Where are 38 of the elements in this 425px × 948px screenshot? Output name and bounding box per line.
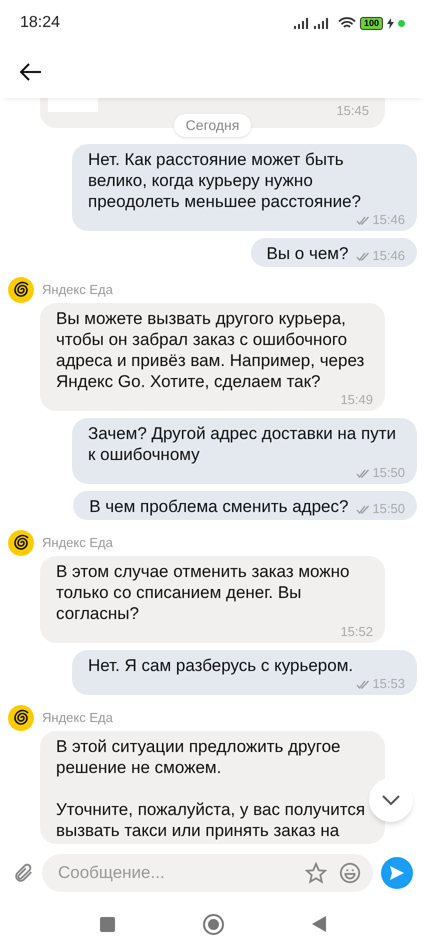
- send-button[interactable]: [381, 857, 413, 889]
- star-icon[interactable]: [305, 862, 327, 884]
- spiral-logo-icon: [8, 705, 34, 731]
- wifi-icon: [338, 16, 356, 30]
- date-label: Сегодня: [174, 114, 252, 137]
- back-nav-button[interactable]: [312, 916, 326, 932]
- message-text: Нет. Как расстояние может быть велико, когда курьеру нужно преодолеть меньшее расстояние?: [88, 149, 362, 212]
- message-time: 15:50: [372, 465, 405, 481]
- message-text: Зачем? Другой адрес доставки на пути к ошибочному: [88, 423, 397, 465]
- recents-button[interactable]: [100, 916, 114, 932]
- status-time: 18:24: [20, 13, 60, 33]
- sender-name: Яндекс Еда: [42, 534, 113, 552]
- message-text: Вы о чем?: [266, 243, 348, 264]
- spiral-logo-icon: [8, 530, 34, 556]
- battery-indicator: 100: [360, 16, 383, 30]
- send-icon: [389, 865, 405, 881]
- home-button[interactable]: [202, 914, 224, 934]
- emoji-icon[interactable]: [339, 862, 361, 884]
- message-text: В этом случае отменить заказ можно только со списанием денег. Вы согласны?: [56, 561, 350, 624]
- message-text: Нет. Я сам разберусь с курьером.: [88, 655, 354, 676]
- message-time: 15:52: [340, 624, 373, 640]
- message-time: 15:53: [372, 676, 405, 692]
- message-text: Вы можете вызвать другого курьера, чтобы он забрал заказ с ошибочного адреса и привёз вам. Например, через Яндекс Go. Хотите, сделаем так?: [56, 308, 366, 392]
- message-time: 15:46: [372, 212, 405, 228]
- message-text: В этой ситуации предложить другое решение не сможем. Уточните, пожалуйста, у вас получится вызвать такси или принять заказ на: [56, 736, 366, 841]
- message-time: 15:45: [336, 102, 369, 120]
- charging-icon: [387, 18, 394, 28]
- message-time: 15:46: [372, 248, 405, 264]
- paperclip-icon[interactable]: [12, 862, 34, 884]
- scroll-down-button[interactable]: [369, 778, 413, 822]
- chevron-down-icon: [382, 795, 400, 805]
- sender-name: Яндекс Еда: [42, 709, 113, 728]
- message-input[interactable]: Сообщение...: [42, 854, 373, 892]
- message-time: 15:49: [340, 392, 373, 408]
- sender-name: Яндекс Еда: [42, 281, 113, 300]
- message-text: В чем проблема сменить адрес?: [89, 496, 348, 517]
- spiral-logo-icon: [8, 277, 34, 303]
- message-time: 15:50: [372, 501, 405, 517]
